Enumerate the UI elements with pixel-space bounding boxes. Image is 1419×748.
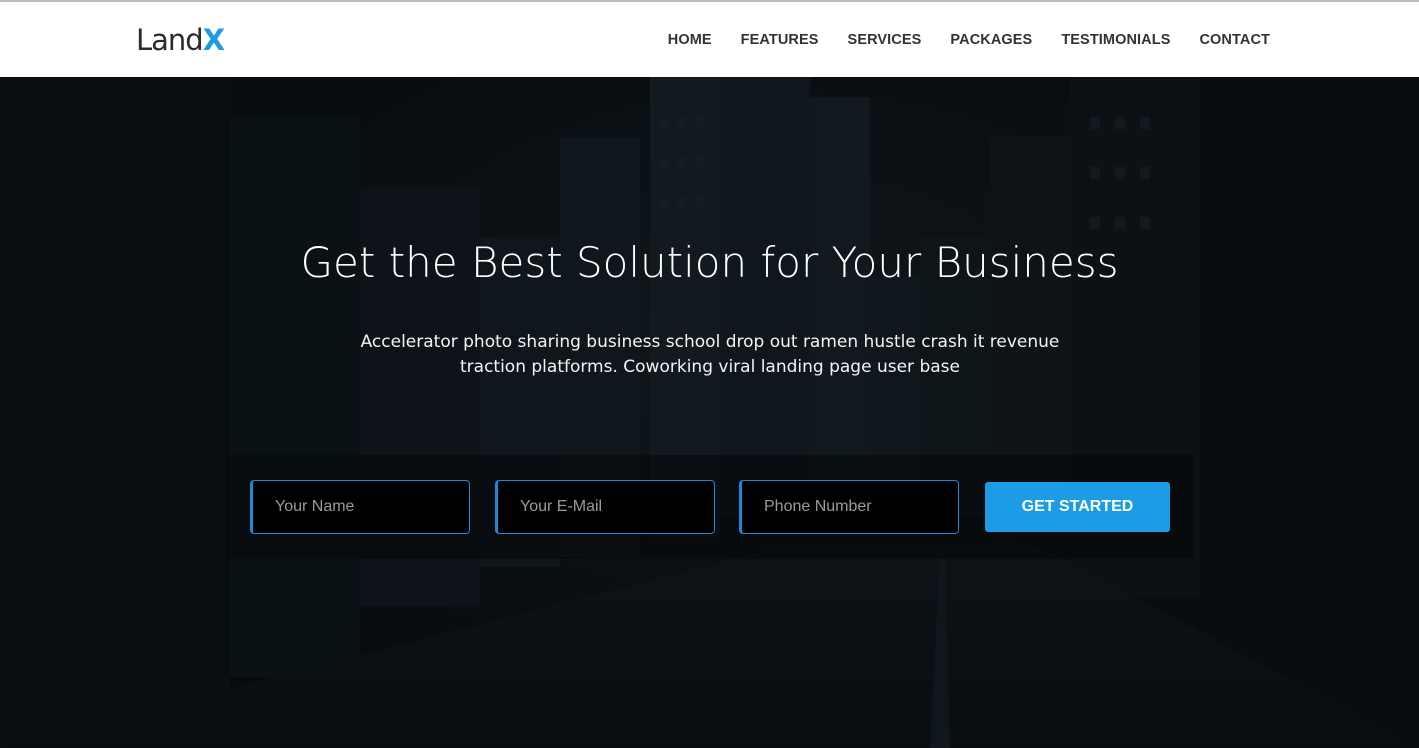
navbar: LandX HOME FEATURES SERVICES PACKAGES TE… — [0, 2, 1419, 77]
signup-form: GET STARTED — [226, 455, 1194, 559]
nav-item-contact[interactable]: CONTACT — [1199, 32, 1270, 48]
logo[interactable]: LandX — [136, 22, 225, 58]
name-input[interactable] — [250, 480, 470, 534]
hero-background-city — [0, 77, 1419, 748]
hero-section: Get the Best Solution for Your Business … — [0, 77, 1419, 748]
main-nav: HOME FEATURES SERVICES PACKAGES TESTIMON… — [668, 32, 1270, 48]
nav-item-home[interactable]: HOME — [668, 32, 712, 48]
logo-text-accent: X — [202, 23, 225, 57]
phone-input[interactable] — [739, 480, 959, 534]
nav-item-services[interactable]: SERVICES — [848, 32, 922, 48]
hero-title: Get the Best Solution for Your Business — [300, 238, 1119, 287]
hero-subtitle: Accelerator photo sharing business schoo… — [360, 332, 1060, 377]
logo-text-main: Land — [136, 23, 204, 57]
email-input[interactable] — [495, 480, 715, 534]
get-started-button[interactable]: GET STARTED — [985, 482, 1170, 532]
nav-item-packages[interactable]: PACKAGES — [950, 32, 1032, 48]
nav-item-features[interactable]: FEATURES — [741, 32, 819, 48]
nav-item-testimonials[interactable]: TESTIMONIALS — [1061, 32, 1170, 48]
